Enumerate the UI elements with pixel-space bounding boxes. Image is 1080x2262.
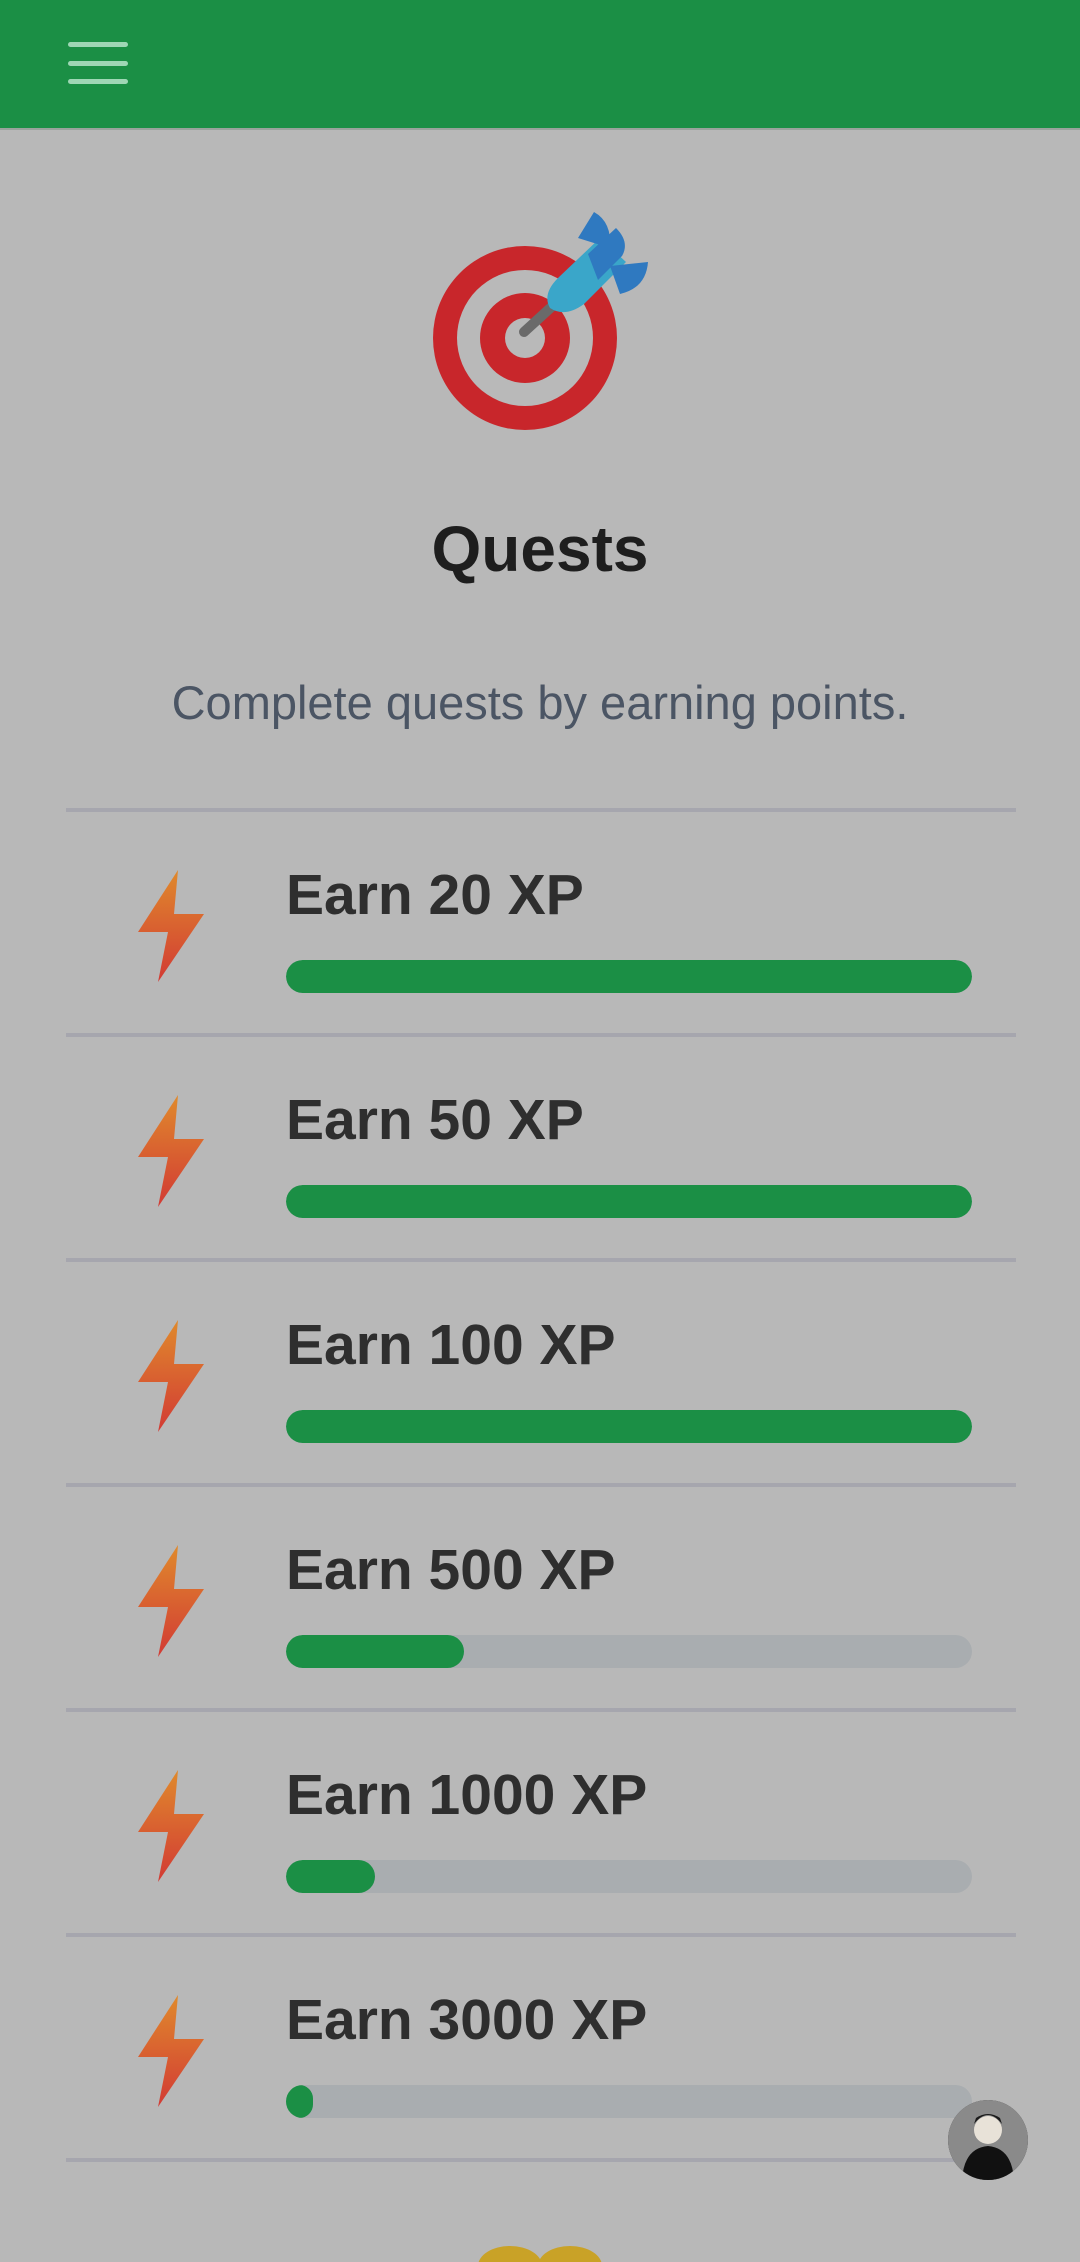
- quest-item[interactable]: Earn 20 XP: [66, 812, 1016, 1033]
- hamburger-menu-icon[interactable]: [68, 36, 128, 90]
- quest-item[interactable]: Earn 3000 XP: [66, 1937, 1016, 2158]
- page-title: Quests: [431, 513, 649, 585]
- quest-label: Earn 1000 XP: [286, 1763, 648, 1827]
- top-app-bar: [0, 0, 1080, 130]
- progress-bar: [286, 1860, 972, 1893]
- progress-bar: [286, 1185, 972, 1218]
- lightning-bolt-icon: [138, 1320, 204, 1432]
- lightning-bolt-icon: [138, 1545, 204, 1657]
- quest-item[interactable]: Earn 50 XP: [66, 1037, 1016, 1258]
- lightning-bolt-icon: [138, 870, 204, 982]
- lightning-bolt-icon: [138, 1995, 204, 2107]
- coins-icon: [478, 2246, 602, 2262]
- progress-bar: [286, 1635, 972, 1668]
- page-subtitle: Complete quests by earning points.: [171, 676, 909, 729]
- quest-item[interactable]: Earn 1000 XP: [66, 1712, 1016, 1933]
- lightning-bolt-icon: [138, 1095, 204, 1207]
- user-avatar[interactable]: [948, 2100, 1028, 2180]
- target-dart-icon: [433, 212, 648, 430]
- lightning-bolt-icon: [138, 1770, 204, 1882]
- progress-bar: [286, 960, 972, 993]
- progress-bar: [286, 2085, 972, 2118]
- quest-label: Earn 50 XP: [286, 1088, 584, 1152]
- quest-item[interactable]: Earn 100 XP: [66, 1262, 1016, 1483]
- quest-list: Earn 20 XP Earn 50 XP Earn 100 XP Earn 5…: [66, 808, 1016, 2162]
- avatar-image: [948, 2100, 1028, 2180]
- quest-label: Earn 500 XP: [286, 1538, 616, 1602]
- quest-item[interactable]: Earn 500 XP: [66, 1487, 1016, 1708]
- quest-label: Earn 3000 XP: [286, 1988, 648, 2052]
- quest-label: Earn 20 XP: [286, 863, 584, 927]
- quest-label: Earn 100 XP: [286, 1313, 616, 1377]
- divider: [66, 2158, 1016, 2162]
- progress-bar: [286, 1410, 972, 1443]
